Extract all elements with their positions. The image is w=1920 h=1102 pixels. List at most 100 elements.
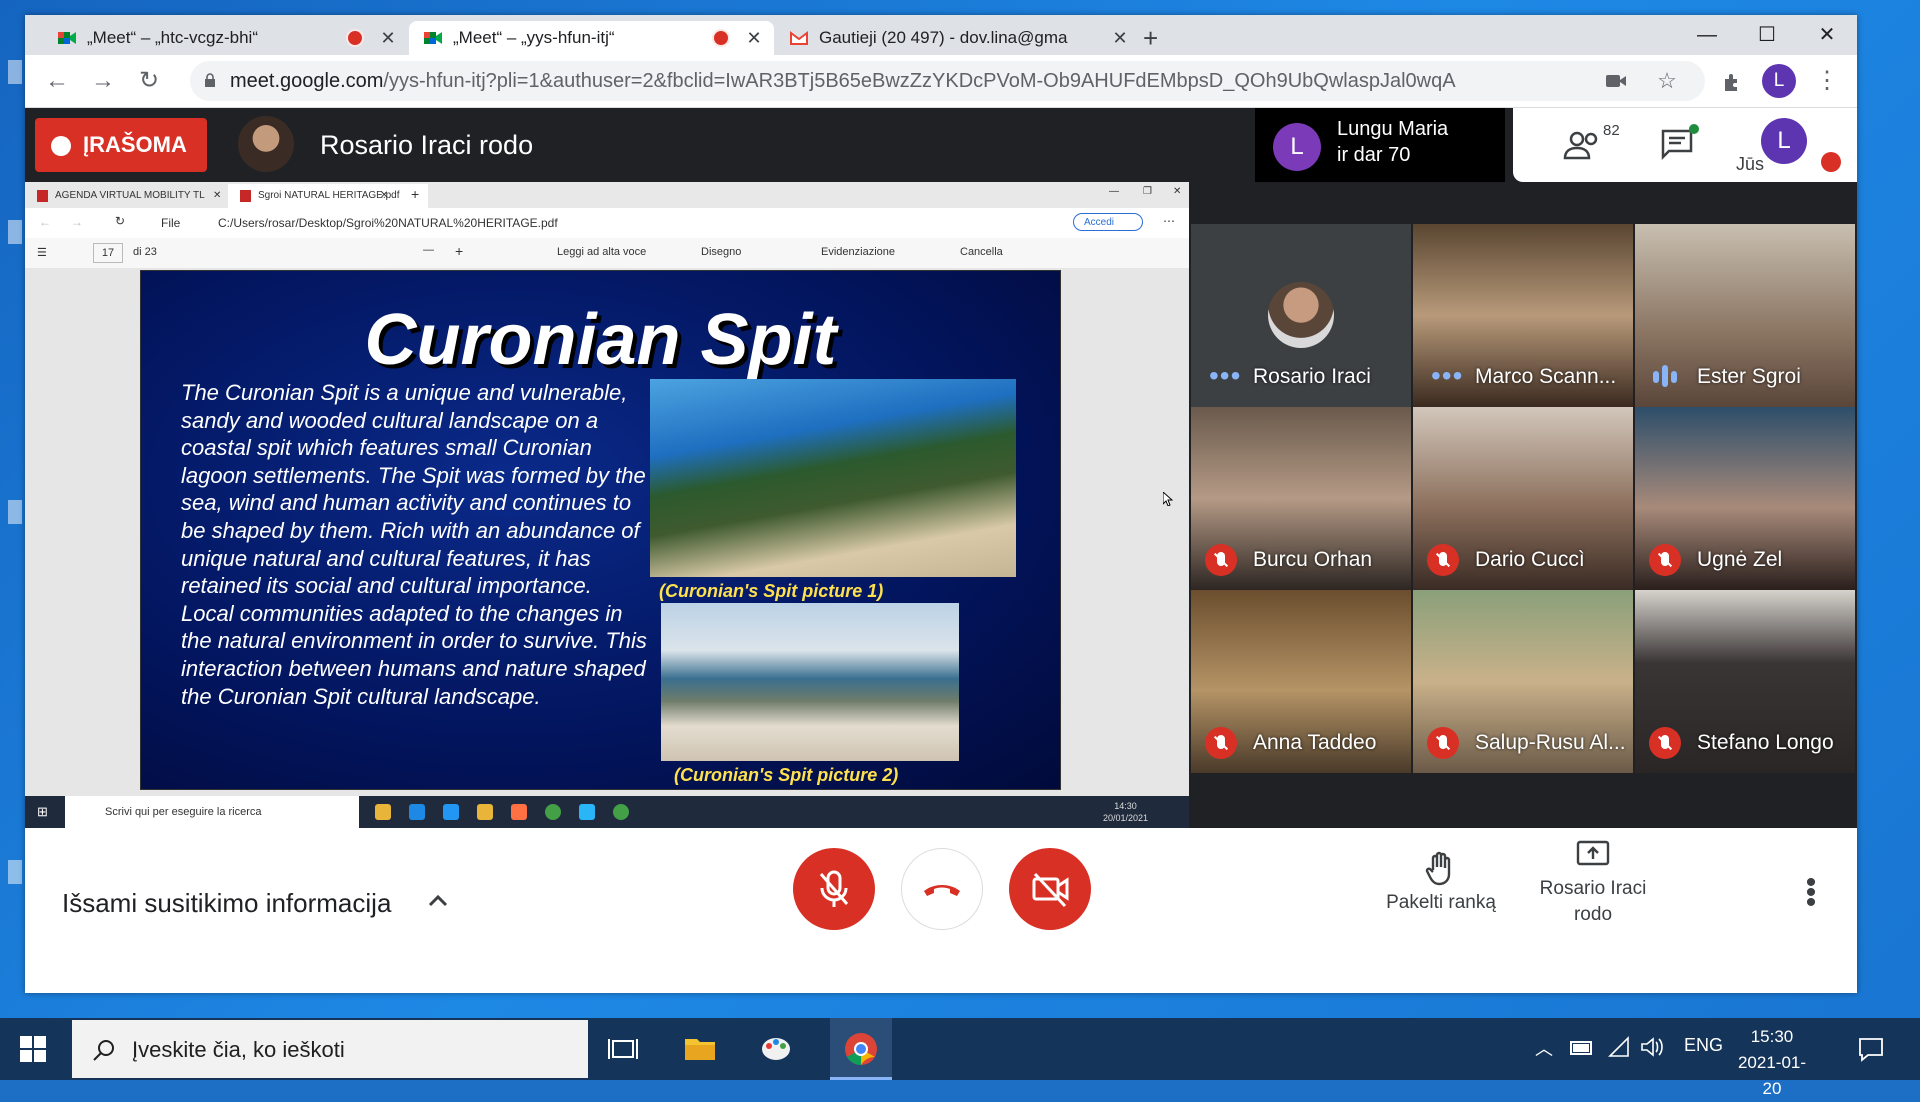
back-icon[interactable]: ←	[41, 65, 73, 97]
profile-avatar[interactable]: L	[1762, 64, 1796, 98]
draw-button: Disegno	[701, 246, 742, 258]
mic-toggle-button[interactable]	[793, 848, 875, 930]
google-meet-icon	[424, 32, 442, 44]
camera-toggle-button[interactable]	[1009, 848, 1091, 930]
minimize-icon[interactable]: —	[1677, 15, 1737, 55]
curonian-spit-photo-1	[650, 379, 1016, 577]
chat-avatar: L	[1273, 123, 1321, 171]
bookmark-star-icon[interactable]: ☆	[1651, 65, 1683, 97]
close-tab-icon[interactable]: ✕	[378, 28, 398, 49]
url-text: meet.google.com/yys-hfun-itj?pli=1&authu…	[230, 70, 1456, 92]
chrome-taskbar-item[interactable]	[830, 1018, 892, 1080]
desktop-icon[interactable]	[8, 60, 22, 84]
leave-call-button[interactable]	[901, 848, 983, 930]
file-path: C:/Users/rosar/Desktop/Sgroi%20NATURAL%2…	[218, 216, 558, 230]
tab-title: „Meet“ – „htc-vcgz-bhi“	[87, 28, 258, 47]
tab-title: „Meet“ – „yys-hfun-itj“	[453, 28, 615, 47]
search-icon	[93, 1040, 114, 1061]
participant-tile[interactable]: ••• Rosario Iraci	[1191, 224, 1411, 407]
desktop-icon[interactable]	[8, 220, 22, 244]
presenting-button[interactable]: Rosario Iraci rodo	[1523, 840, 1663, 928]
participant-tile[interactable]: ••• Marco Scann...	[1413, 224, 1633, 407]
chat-sender-name: Lungu Maria	[1337, 118, 1449, 140]
raise-hand-button[interactable]: Pakelti ranką	[1371, 850, 1511, 914]
taskbar-clock[interactable]: 15:30 2021-01-20	[1730, 1024, 1814, 1102]
participant-tile[interactable]: Dario Cuccì	[1413, 407, 1633, 590]
camera-in-use-icon[interactable]	[1605, 73, 1627, 89]
chat-notification[interactable]: L Lungu Maria ir dar 70	[1255, 108, 1505, 182]
recording-indicator-icon	[712, 29, 730, 47]
participant-name: Salup-Rusu Al...	[1475, 731, 1626, 754]
forward-icon[interactable]: →	[87, 65, 119, 97]
chat-others-count: ir dar 70	[1337, 144, 1411, 166]
maximize-icon[interactable]: ☐	[1737, 15, 1797, 55]
self-avatar[interactable]: L	[1761, 118, 1807, 164]
close-tab-icon[interactable]: ✕	[744, 28, 764, 49]
shared-screen: AGENDA VIRTUAL MOBILITY TL ✕ Sgroi NATURA…	[25, 182, 1189, 829]
caption-2: (Curonian's Spit picture 2)	[674, 765, 899, 785]
tab-meet-yys[interactable]: „Meet“ – „yys-hfun-itj“ ✕	[409, 21, 774, 55]
muted-mic-icon	[1205, 544, 1237, 576]
participant-tile[interactable]: Ugnė Zel	[1635, 407, 1855, 590]
browser-toolbar: ← → ↻ meet.google.com/yys-hfun-itj?pli=1…	[25, 55, 1857, 108]
desktop-icon[interactable]	[8, 500, 22, 524]
tab-meet-htc[interactable]: „Meet“ – „htc-vcgz-bhi“ ✕	[43, 21, 408, 55]
recording-dot-icon	[51, 136, 71, 156]
self-muted-icon	[1821, 152, 1841, 172]
shared-tab-pdf: Sgroi NATURAL HERITAGE.pdf ✕	[228, 184, 428, 208]
new-tab-button[interactable]: +	[1143, 21, 1179, 55]
wifi-icon[interactable]	[1608, 1036, 1630, 1058]
slide: Curonian Spit The Curonian Spit is a uni…	[140, 270, 1061, 790]
reload-icon[interactable]: ↻	[133, 65, 165, 97]
page-total: di 23	[133, 246, 157, 258]
accedi-button: Accedi	[1073, 213, 1143, 231]
read-aloud-button: Leggi ad alta voce	[557, 246, 647, 258]
chat-unread-dot	[1689, 124, 1699, 134]
file-label: File	[161, 216, 181, 230]
muted-mic-icon	[1649, 544, 1681, 576]
participant-tile[interactable]: Anna Taddeo	[1191, 590, 1411, 773]
tab-gmail[interactable]: Gautieji (20 497) - dov.lina@gma ✕	[775, 21, 1140, 55]
language-indicator[interactable]: ENG	[1684, 1035, 1723, 1056]
desktop-icon[interactable]	[8, 860, 22, 884]
shared-taskbar-search: Scrivi qui per eseguire la ricerca	[65, 796, 359, 829]
close-window-icon[interactable]: ✕	[1797, 15, 1857, 55]
meet-controls-bar: Išsami susitikimo informacija Pakelti ra…	[25, 828, 1857, 993]
muted-mic-icon	[1427, 727, 1459, 759]
present-screen-icon	[1576, 840, 1610, 866]
chrome-icon	[845, 1033, 877, 1066]
battery-icon[interactable]	[1570, 1040, 1594, 1056]
participant-avatar	[1268, 282, 1334, 348]
participant-name: Ugnė Zel	[1697, 548, 1783, 571]
taskbar-search[interactable]: Įveskite čia, ko ieškoti	[72, 1020, 588, 1078]
speaking-dots-icon: •••	[1209, 360, 1242, 391]
people-count: 82	[1603, 122, 1620, 139]
more-options-icon[interactable]: • • •	[1801, 868, 1821, 918]
pdf-icon	[37, 190, 48, 202]
participant-tile[interactable]: Ester Sgroi	[1635, 224, 1855, 407]
presentation-header: ĮRAŠOMA Rosario Iraci rodo L Lungu Maria…	[25, 108, 1857, 182]
participant-tile[interactable]: Salup-Rusu Al...	[1413, 590, 1633, 773]
shared-windows-taskbar: ⊞ Scrivi qui per eseguire la ricerca 14:…	[25, 796, 1189, 829]
browser-menu-icon[interactable]: ⋮	[1811, 65, 1843, 97]
participant-tile[interactable]: Burcu Orhan	[1191, 407, 1411, 590]
windows-start-icon[interactable]	[20, 1036, 46, 1062]
address-bar[interactable]: meet.google.com/yys-hfun-itj?pli=1&authu…	[190, 61, 1705, 101]
volume-icon[interactable]	[1640, 1036, 1664, 1058]
participant-tile[interactable]: Stefano Longo	[1635, 590, 1855, 773]
meet-top-right-panel: 82 Jūs L	[1513, 108, 1857, 182]
speaking-dots-icon: •••	[1431, 360, 1464, 391]
meeting-details-button[interactable]: Išsami susitikimo informacija	[62, 888, 391, 919]
chevron-up-icon[interactable]	[423, 886, 453, 916]
participant-name: Dario Cuccì	[1475, 548, 1585, 571]
task-view-icon[interactable]	[605, 1031, 641, 1067]
extensions-icon[interactable]	[1721, 71, 1743, 93]
muted-mic-icon	[1649, 727, 1681, 759]
notifications-icon[interactable]	[1858, 1036, 1884, 1062]
chat-icon[interactable]	[1660, 128, 1694, 160]
file-explorer-icon[interactable]	[682, 1031, 718, 1067]
people-icon[interactable]	[1563, 130, 1603, 160]
show-hidden-icons[interactable]: ︿	[1535, 1035, 1553, 1061]
paint-icon[interactable]	[758, 1031, 794, 1067]
close-tab-icon[interactable]: ✕	[1110, 28, 1130, 49]
